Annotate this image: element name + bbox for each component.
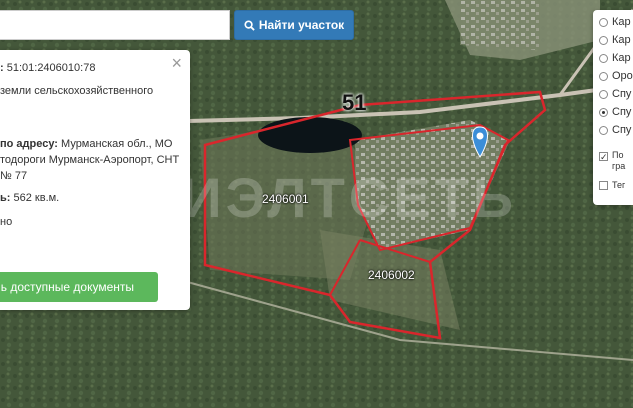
block-label-2406002: 2406002 (368, 268, 415, 282)
tags-checkbox[interactable]: Тег (599, 180, 625, 190)
cadastral-value: 51:01:2406010:78 (6, 62, 96, 74)
available-documents-button[interactable]: ь доступные документы (0, 272, 158, 302)
checkbox-icon (599, 180, 608, 190)
layer-option[interactable]: Кар (599, 34, 631, 46)
cadastral-label: : (0, 62, 4, 74)
layer-option[interactable]: Кар (599, 16, 631, 28)
search-input[interactable] (0, 10, 230, 40)
road-number-label: 51 (342, 90, 367, 115)
layer-option[interactable]: Кар (599, 52, 631, 64)
watermark-text: РИЭЛТСЕТЬ (140, 166, 518, 229)
category-text: земли сельскохозяйственного (0, 85, 154, 97)
address-line-1: Мурманская обл., МО (61, 138, 173, 150)
address-label: по адресу: (0, 138, 58, 150)
close-icon[interactable]: × (171, 53, 182, 74)
plot-info-panel: × : 51:01:2406010:78 земли сельскохозяйс… (0, 50, 190, 310)
layer-option[interactable]: Спу (599, 88, 631, 100)
map-layers-panel: Кар Кар Кар Opo Спу Спу Спу ✓ По гра Тег (593, 10, 633, 205)
area-label: ь: (0, 192, 11, 204)
radio-icon (599, 17, 608, 27)
cadastral-row: : 51:01:2406010:78 (0, 60, 95, 76)
address-line-3: № 77 (0, 170, 28, 182)
layer-option[interactable]: Opo (599, 70, 633, 82)
radio-icon (599, 71, 608, 81)
checkbox-checked-icon: ✓ (599, 152, 608, 162)
radio-icon (599, 125, 608, 135)
area-row: ь: 562 кв.м. (0, 190, 59, 206)
area-value: 562 кв.м. (13, 192, 60, 204)
status-text: но (0, 216, 13, 228)
search-icon (244, 19, 255, 31)
radio-selected-icon (599, 107, 608, 117)
find-plot-button-label: Найти участок (258, 18, 345, 32)
boundaries-checkbox[interactable]: ✓ По гра (599, 150, 625, 172)
radio-icon (599, 35, 608, 45)
tags-label: Тег (612, 180, 626, 190)
layer-option[interactable]: Спу (599, 124, 631, 136)
address-line-2: тодороги Мурманск-Аэропорт, СНТ (0, 154, 180, 166)
radio-icon (599, 53, 608, 63)
layer-option-selected[interactable]: Спу (599, 106, 631, 118)
boundaries-label-2: гра (612, 161, 626, 171)
find-plot-button[interactable]: Найти участок (234, 10, 354, 40)
radio-icon (599, 89, 608, 99)
block-label-2406001: 2406001 (262, 192, 309, 206)
boundaries-label-1: По (612, 150, 624, 160)
address-row: по адресу: Мурманская обл., МО (0, 136, 172, 152)
